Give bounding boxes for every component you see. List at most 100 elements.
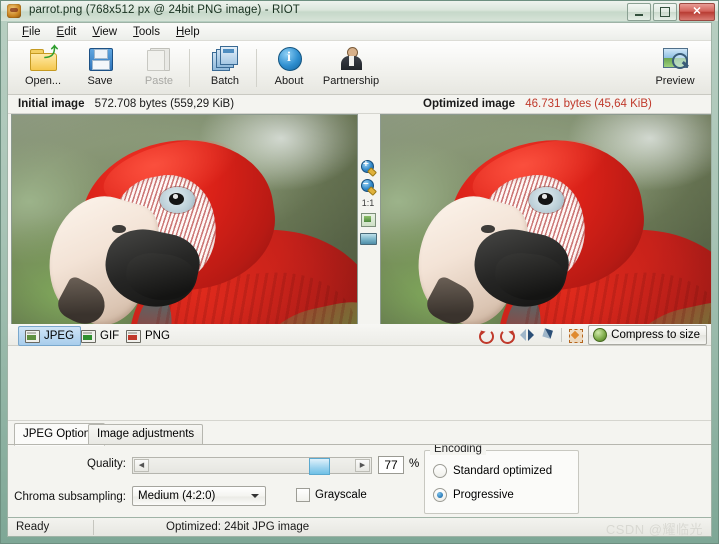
rotate-right-icon — [500, 329, 516, 344]
quality-slider-left-arrow[interactable]: ◀ — [134, 459, 149, 472]
flip-vertical-icon — [539, 325, 556, 342]
screen-icon — [360, 233, 377, 245]
status-separator-1 — [93, 520, 94, 535]
menu-view[interactable]: View — [84, 25, 125, 39]
jpeg-options-panel: Quality: ◀ ▶ 77 % Chroma subsampling: Me… — [8, 346, 711, 514]
encoding-option-progressive[interactable]: Progressive — [433, 488, 514, 502]
fit-to-window-button[interactable] — [359, 212, 377, 228]
grayscale-label: Grayscale — [315, 489, 367, 501]
quality-slider-thumb[interactable] — [309, 458, 330, 475]
quality-label: Quality: — [87, 458, 126, 470]
format-tab-jpeg-label: JPEG — [44, 330, 75, 342]
open-button-label: Open... — [24, 75, 62, 87]
batch-button-label: Batch — [210, 75, 240, 87]
batch-icon — [210, 44, 240, 72]
close-icon: ✕ — [692, 5, 702, 18]
paste-button[interactable]: Paste — [130, 44, 188, 92]
person-icon — [336, 44, 366, 72]
zoom-out-button[interactable]: – — [359, 178, 377, 194]
format-tab-png[interactable]: PNG — [119, 326, 177, 346]
fit-to-screen-button[interactable] — [359, 231, 377, 247]
save-button[interactable]: Save — [71, 44, 129, 92]
initial-image-size: 572.708 bytes (559,29 KiB) — [94, 98, 235, 110]
compress-to-size-label: Compress to size — [611, 329, 700, 341]
title-bar: parrot.png (768x512 px @ 24bit PNG image… — [1, 1, 718, 21]
chevron-down-icon — [251, 494, 259, 498]
folder-open-icon: ⤴ — [28, 44, 58, 72]
menu-tools[interactable]: Tools — [125, 25, 168, 39]
chroma-subsampling-value: Medium (4:2:0) — [138, 490, 216, 502]
preview-button[interactable]: Preview — [646, 44, 704, 92]
riot-window: parrot.png (768x512 px @ 24bit PNG image… — [0, 0, 719, 544]
flip-vertical-button[interactable] — [539, 325, 556, 344]
quality-input[interactable]: 77 — [378, 456, 404, 474]
paste-icon — [144, 44, 174, 72]
close-button[interactable]: ✕ — [679, 3, 715, 21]
riot-app-icon — [7, 4, 21, 18]
menu-bar: File Edit View Tools Help — [8, 23, 711, 41]
status-bar: Ready Optimized: 24bit JPG image CSDN @耀… — [7, 517, 712, 537]
compress-to-size-button[interactable]: Compress to size — [588, 325, 707, 345]
preview-button-label: Preview — [655, 75, 695, 87]
window-controls: ✕ — [627, 3, 715, 21]
initial-image-label: Initial image — [18, 98, 85, 110]
quality-slider[interactable]: ◀ ▶ — [132, 457, 372, 475]
rotate-right-button[interactable] — [498, 326, 516, 344]
toolbar-separator-1 — [189, 49, 190, 87]
radio-progressive — [433, 488, 447, 502]
options-tab-bar: JPEG Options Image adjustments — [8, 421, 711, 446]
image-comparison-area: + – 1:1 — [8, 114, 711, 405]
chroma-subsampling-label: Chroma subsampling: — [14, 491, 126, 503]
encoding-group: Standard optimized Progressive — [424, 450, 579, 514]
zoom-out-sign: – — [363, 178, 369, 189]
compress-icon — [593, 328, 608, 342]
tab-image-adjustments[interactable]: Image adjustments — [88, 424, 204, 445]
optimized-image-info: Optimized image 46.731 bytes (45,64 KiB) — [423, 98, 652, 110]
encoding-option-standard[interactable]: Standard optimized — [433, 464, 552, 478]
actual-size-button[interactable]: 1:1 — [362, 197, 375, 209]
format-tab-jpeg[interactable]: JPEG — [18, 326, 82, 346]
zoom-in-sign: + — [363, 159, 369, 170]
format-tab-gif-label: GIF — [100, 330, 120, 342]
flip-horizontal-icon — [520, 329, 535, 341]
grayscale-checkbox[interactable]: Grayscale — [296, 488, 367, 502]
image-info-bar: Initial image 572.708 bytes (559,29 KiB)… — [8, 95, 711, 114]
menu-file[interactable]: File — [14, 25, 49, 39]
status-optimized: Optimized: 24bit JPG image — [166, 521, 310, 533]
chroma-subsampling-select[interactable]: Medium (4:2:0) — [132, 486, 266, 506]
csdn-watermark: CSDN @耀临光 — [605, 522, 703, 537]
client-area: File Edit View Tools Help ⤴ Open... Save — [7, 22, 712, 517]
format-tab-png-label: PNG — [145, 330, 170, 342]
info-icon: i — [274, 44, 304, 72]
main-toolbar: ⤴ Open... Save Paste Batch i About Partn… — [8, 41, 711, 95]
quality-slider-right-arrow[interactable]: ▶ — [355, 459, 370, 472]
batch-button[interactable]: Batch — [196, 44, 254, 92]
format-tab-bar: JPEG GIF PNG Compress to size — [8, 324, 711, 346]
toolbar-separator-2 — [256, 49, 257, 87]
rotate-left-button[interactable] — [477, 326, 495, 344]
open-button[interactable]: ⤴ Open... — [14, 44, 72, 92]
maximize-button[interactable] — [653, 3, 677, 21]
menu-help[interactable]: Help — [168, 25, 208, 39]
flip-horizontal-button[interactable] — [519, 326, 535, 344]
floppy-save-icon — [85, 44, 115, 72]
encoding-option-progressive-label: Progressive — [453, 489, 514, 501]
about-button-label: About — [274, 75, 304, 87]
window-title: parrot.png (768x512 px @ 24bit PNG image… — [29, 4, 300, 16]
menu-edit[interactable]: Edit — [49, 25, 85, 39]
partnership-button[interactable]: Partnership — [308, 44, 394, 92]
encoding-option-standard-label: Standard optimized — [453, 465, 553, 477]
zoom-in-button[interactable]: + — [359, 159, 377, 175]
partnership-button-label: Partnership — [322, 75, 380, 87]
png-format-icon — [126, 329, 141, 343]
tab-underline — [8, 444, 711, 445]
tools-separator — [561, 328, 563, 342]
resize-button[interactable] — [567, 326, 584, 344]
status-ready: Ready — [16, 521, 50, 533]
save-button-label: Save — [87, 75, 113, 87]
initial-image-info: Initial image 572.708 bytes (559,29 KiB) — [18, 98, 234, 110]
radio-standard-optimized — [433, 464, 447, 478]
minimize-button[interactable] — [627, 3, 651, 21]
jpeg-format-icon — [25, 329, 40, 343]
fit-window-icon — [361, 213, 376, 227]
